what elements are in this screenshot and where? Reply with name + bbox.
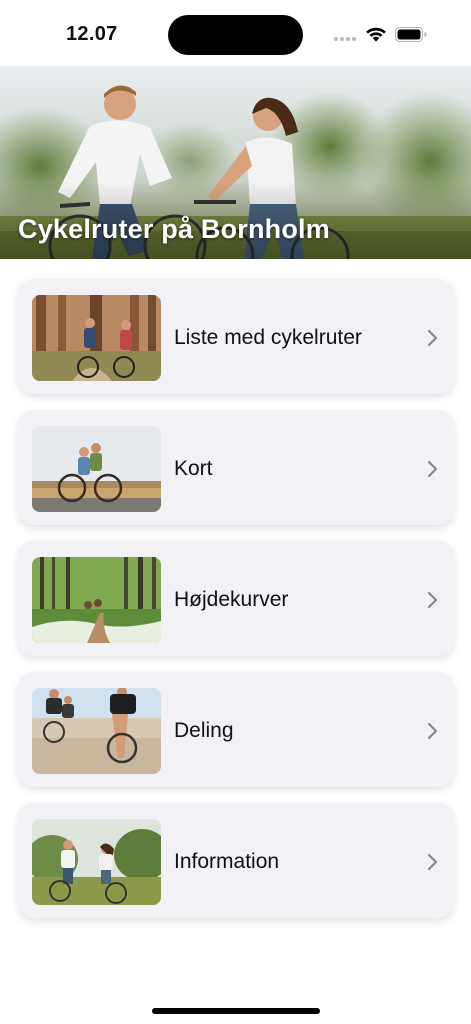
chevron-right-icon <box>427 853 438 871</box>
home-indicator[interactable] <box>152 1008 320 1014</box>
elevation-thumbnail <box>32 557 161 643</box>
chevron-right-icon <box>427 329 438 347</box>
cellular-signal-icon <box>334 37 356 41</box>
hero-title: Cykelruter på Bornholm <box>18 214 330 244</box>
menu-item-elevation[interactable]: Højdekurver <box>18 541 454 656</box>
main-menu: Liste med cykelruter Kort Højdekurver De… <box>18 279 454 934</box>
sharing-label: Deling <box>174 719 234 742</box>
status-bar: 12.07 <box>0 0 471 66</box>
dynamic-island <box>168 15 303 55</box>
status-time: 12.07 <box>66 23 118 45</box>
chevron-right-icon <box>427 460 438 478</box>
information-thumbnail <box>32 819 161 905</box>
route-list-label: Liste med cykelruter <box>174 326 362 349</box>
chevron-right-icon <box>427 722 438 740</box>
battery-icon <box>395 27 427 42</box>
route-list-thumbnail <box>32 295 161 381</box>
chevron-right-icon <box>427 591 438 609</box>
app-screen: 12.07 Cykelruter på Bornholm Liste med c… <box>0 0 471 1024</box>
sharing-thumbnail <box>32 688 161 774</box>
elevation-label: Højdekurver <box>174 588 289 611</box>
wifi-icon <box>366 27 386 42</box>
map-label: Kort <box>174 457 213 480</box>
menu-item-route-list[interactable]: Liste med cykelruter <box>18 279 454 394</box>
information-label: Information <box>174 850 280 873</box>
hero-banner: Cykelruter på Bornholm <box>0 66 471 259</box>
menu-item-map[interactable]: Kort <box>18 410 454 525</box>
menu-item-information[interactable]: Information <box>18 803 454 918</box>
map-thumbnail <box>32 426 161 512</box>
menu-item-sharing[interactable]: Deling <box>18 672 454 787</box>
